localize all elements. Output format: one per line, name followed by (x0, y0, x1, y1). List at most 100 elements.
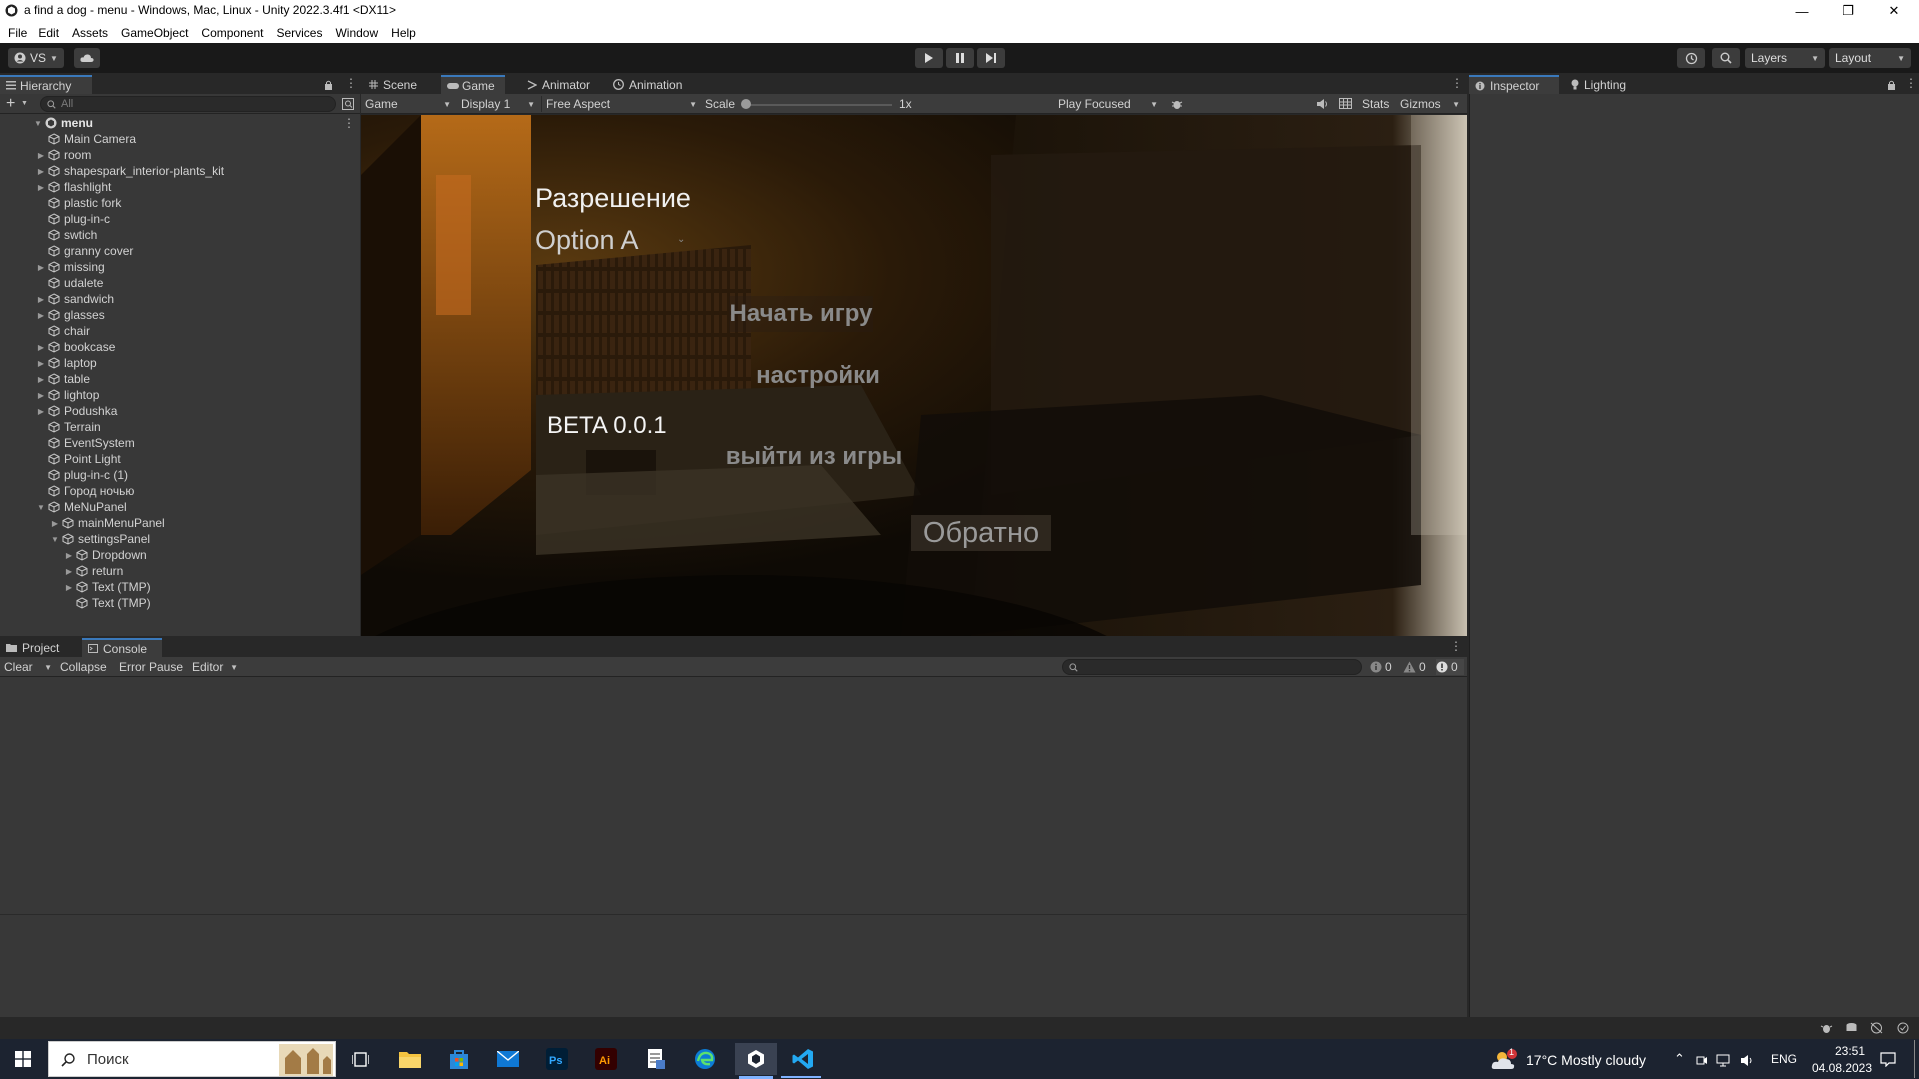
hierarchy-item[interactable]: Terrain (0, 419, 360, 435)
minimize-button[interactable]: — (1779, 0, 1825, 22)
unity-taskbar-button[interactable] (735, 1043, 777, 1075)
hierarchy-item[interactable]: ▶ table (0, 371, 360, 387)
warning-filter-toggle[interactable]: 0 (1403, 659, 1429, 675)
menu-edit[interactable]: Edit (38, 26, 59, 40)
expand-arrow-right-icon[interactable]: ▶ (65, 583, 73, 592)
expand-arrow-right-icon[interactable]: ▶ (65, 551, 73, 560)
display-dropdown[interactable]: Display 1 ▼ (461, 96, 535, 112)
menu-component[interactable]: Component (201, 26, 263, 40)
hierarchy-item[interactable]: ▶ sandwich (0, 291, 360, 307)
language-indicator[interactable]: ENG (1771, 1052, 1797, 1066)
expand-arrow-right-icon[interactable]: ▶ (37, 359, 45, 368)
mail-button[interactable] (490, 1043, 526, 1075)
history-button[interactable] (1677, 48, 1705, 68)
hierarchy-search-input[interactable]: All (40, 96, 336, 112)
game-mode-dropdown[interactable]: Game ▼ (365, 96, 451, 112)
settings-button[interactable]: настройки (746, 358, 890, 394)
step-button[interactable] (977, 48, 1005, 68)
start-button[interactable] (3, 1043, 43, 1075)
hierarchy-item[interactable]: ▶ room (0, 147, 360, 163)
hierarchy-item[interactable]: ▶ return (0, 563, 360, 579)
bug-icon[interactable] (1820, 1022, 1833, 1034)
hierarchy-item[interactable]: ▶ Text (TMP) (0, 579, 360, 595)
start-game-button[interactable]: Начать игру (729, 296, 873, 332)
network-icon[interactable] (1870, 1022, 1883, 1034)
tab-animator[interactable]: Animator (521, 75, 601, 94)
expand-arrow-down-icon[interactable]: ▼ (37, 503, 45, 512)
expand-arrow-right-icon[interactable]: ▶ (37, 151, 45, 160)
hierarchy-item[interactable]: ▶ glasses (0, 307, 360, 323)
expand-arrow-right-icon[interactable]: ▶ (51, 519, 59, 528)
hierarchy-item[interactable]: Main Camera (0, 131, 360, 147)
expand-arrow-right-icon[interactable]: ▶ (37, 343, 45, 352)
vscode-button[interactable] (785, 1043, 821, 1075)
kebab-menu-icon[interactable]: ⋮ (1450, 639, 1462, 653)
clock-time[interactable]: 23:51 (1822, 1044, 1878, 1058)
aspect-dropdown[interactable]: Free Aspect ▼ (541, 96, 697, 112)
file-explorer-button[interactable] (392, 1043, 428, 1075)
game-view[interactable]: Разрешение Option A ⌄ Начать игру настро… (361, 115, 1467, 636)
lock-icon[interactable] (324, 80, 333, 90)
error-pause-toggle[interactable]: Error Pause (119, 660, 183, 674)
play-button[interactable] (915, 48, 943, 68)
menu-assets[interactable]: Assets (72, 26, 108, 40)
hierarchy-item[interactable]: udalete (0, 275, 360, 291)
tab-scene[interactable]: Scene (363, 75, 435, 94)
weather-icon[interactable]: 1 (1490, 1047, 1520, 1071)
hierarchy-item[interactable]: ▶ Dropdown (0, 547, 360, 563)
tab-lighting[interactable]: Lighting (1565, 75, 1645, 94)
back-button[interactable]: Обратно (911, 515, 1051, 551)
menu-window[interactable]: Window (335, 26, 378, 40)
tab-animation[interactable]: Animation (607, 75, 691, 94)
layout-dropdown[interactable]: Layout ▼ (1829, 48, 1911, 68)
clear-button[interactable]: Clear ▼ (4, 659, 52, 675)
console-splitter[interactable] (0, 914, 1467, 915)
ms-store-button[interactable] (441, 1043, 477, 1075)
hierarchy-item[interactable]: plastic fork (0, 195, 360, 211)
exit-game-button[interactable]: выйти из игры (714, 439, 914, 475)
hierarchy-item[interactable]: granny cover (0, 243, 360, 259)
kebab-menu-icon[interactable]: ⋮ (345, 76, 357, 90)
menu-help[interactable]: Help (391, 26, 416, 40)
activity-icon[interactable] (1897, 1022, 1909, 1034)
collapse-toggle[interactable]: Collapse (60, 660, 107, 674)
hierarchy-item[interactable]: plug-in-c (1) (0, 467, 360, 483)
edge-button[interactable] (687, 1043, 723, 1075)
menu-services[interactable]: Services (276, 26, 322, 40)
editor-dropdown[interactable]: Editor ▼ (192, 659, 238, 675)
tab-game[interactable]: Game (441, 75, 505, 94)
illustrator-button[interactable]: Ai (588, 1043, 624, 1075)
console-search-input[interactable] (1062, 659, 1362, 675)
hierarchy-item[interactable]: Point Light (0, 451, 360, 467)
scale-slider-track[interactable] (746, 104, 892, 106)
expand-arrow-right-icon[interactable]: ▶ (37, 295, 45, 304)
expand-arrow-right-icon[interactable]: ▶ (37, 407, 45, 416)
hierarchy-item[interactable]: plug-in-c (0, 211, 360, 227)
hierarchy-item[interactable]: ▶ lightop (0, 387, 360, 403)
scale-slider-thumb[interactable] (741, 99, 751, 109)
tab-console[interactable]: Console (82, 638, 162, 657)
tab-inspector[interactable]: Inspector (1469, 75, 1559, 94)
meet-icon[interactable] (1696, 1054, 1708, 1067)
hierarchy-item[interactable]: ▼ settingsPanel (0, 531, 360, 547)
gizmos-dropdown[interactable]: Gizmos ▼ (1400, 96, 1460, 112)
pause-button[interactable] (946, 48, 974, 68)
hierarchy-item[interactable]: ▶ Podushka (0, 403, 360, 419)
expand-arrow-right-icon[interactable]: ▶ (65, 567, 73, 576)
maximize-button[interactable]: ❐ (1825, 0, 1871, 22)
log-filter-toggle[interactable]: 0 (1370, 659, 1396, 675)
hierarchy-item[interactable]: chair (0, 323, 360, 339)
weather-text[interactable]: 17°C Mostly cloudy (1526, 1052, 1646, 1068)
notification-icon[interactable] (1880, 1052, 1896, 1067)
kebab-menu-icon[interactable]: ⋮ (1905, 76, 1917, 90)
expand-arrow-right-icon[interactable]: ▶ (37, 167, 45, 176)
hierarchy-item[interactable]: ▶ shapespark_interior-plants_kit (0, 163, 360, 179)
layers-dropdown[interactable]: Layers ▼ (1745, 48, 1825, 68)
menu-gameobject[interactable]: GameObject (121, 26, 188, 40)
vs-account-button[interactable]: VS ▼ (8, 48, 64, 68)
show-desktop-button[interactable] (1914, 1040, 1915, 1078)
hierarchy-item[interactable]: ▶ flashlight (0, 179, 360, 195)
notepad-button[interactable] (638, 1043, 674, 1075)
scene-row-menu[interactable]: ▼ menu ⋮ (0, 115, 360, 131)
hierarchy-item[interactable]: Город ночью (0, 483, 360, 499)
